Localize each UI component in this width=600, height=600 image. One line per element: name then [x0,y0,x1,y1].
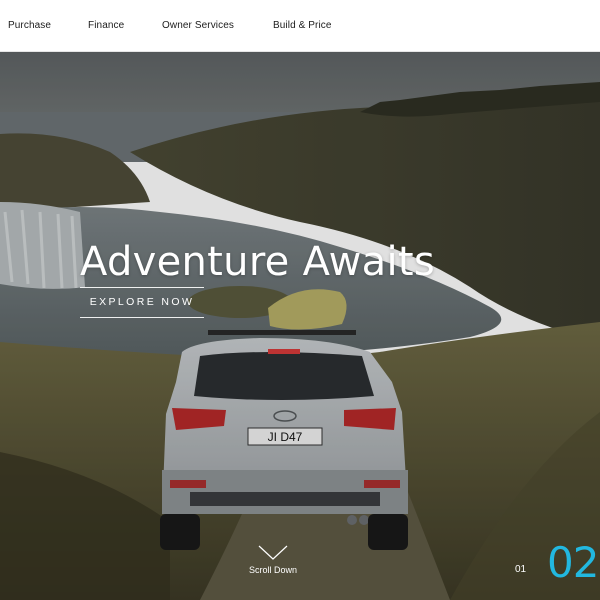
scroll-down-label: Scroll Down [248,565,297,575]
slide-number-current: 02 [547,538,599,587]
nav-finance[interactable]: Finance [88,20,124,31]
hero-banner: JI D47 Adventure Awaits EXPLORE NOW [0,52,600,600]
nav-owner-services[interactable]: Owner Services [162,20,234,31]
hero-headline: Adventure Awaits [80,239,436,285]
scroll-down-button[interactable]: Scroll Down [244,545,302,575]
explore-now-button[interactable]: EXPLORE NOW [80,287,204,318]
slide-number-previous[interactable]: 01 [515,564,526,575]
hero-background-image: JI D47 [0,52,600,600]
nav-build-price[interactable]: Build & Price [273,20,332,31]
nav-purchase[interactable]: Purchase [8,20,51,31]
top-navigation: Purchase Finance Owner Services Build & … [0,0,600,52]
chevron-down-icon [258,545,288,560]
